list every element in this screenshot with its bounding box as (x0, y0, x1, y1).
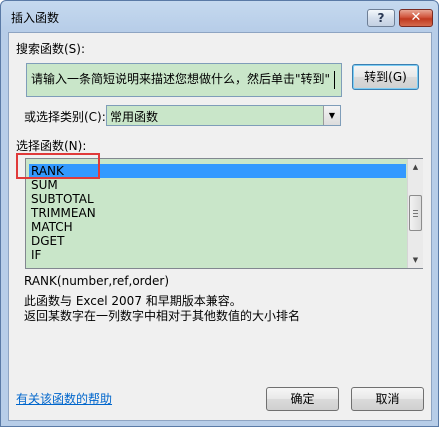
text-caret (334, 71, 335, 89)
chevron-down-icon[interactable]: ▼ (323, 106, 340, 125)
ok-button[interactable]: 确定 (266, 387, 339, 411)
scroll-thumb[interactable] (409, 195, 422, 231)
function-list[interactable]: RANK SUM SUBTOTAL TRIMMEAN MATCH DGET IF… (16, 153, 423, 269)
search-input-text: 请输入一条简短说明来描述您想做什么，然后单击"转到" (31, 72, 331, 86)
scroll-down-icon[interactable]: ▼ (408, 252, 423, 268)
category-label: 或选择类别(C): (24, 110, 106, 124)
goto-button[interactable]: 转到(G) (352, 64, 419, 90)
function-description: 返回某数字在一列数字中相对于其他数值的大小排名 (24, 309, 301, 323)
list-item-if[interactable]: IF (29, 248, 406, 262)
list-item-dget[interactable]: DGET (29, 234, 406, 248)
grip-line (413, 213, 418, 214)
search-label: 搜索函数(S): (16, 42, 86, 56)
list-item-match[interactable]: MATCH (29, 220, 406, 234)
cancel-button[interactable]: 取消 (351, 387, 424, 411)
insert-function-dialog: 插入函数 ? ✕ 搜索函数(S): 请输入一条简短说明来描述您想做什么，然后单击… (0, 0, 439, 427)
dialog-title: 插入函数 (11, 11, 60, 25)
function-help-link[interactable]: 有关该函数的帮助 (16, 390, 112, 407)
grip-line (413, 210, 418, 211)
title-bar[interactable]: 插入函数 ? ✕ (1, 1, 438, 33)
list-item-sum[interactable]: SUM (29, 178, 406, 192)
list-item-rank[interactable]: RANK (29, 164, 406, 178)
list-item-subtotal[interactable]: SUBTOTAL (29, 192, 406, 206)
function-signature: RANK(number,ref,order) (24, 274, 170, 288)
category-select-value: 常用函数 (110, 110, 159, 124)
dialog-body: 搜索函数(S): 请输入一条简短说明来描述您想做什么，然后单击"转到" 转到(G… (8, 32, 432, 421)
category-select[interactable]: 常用函数 ▼ (106, 105, 341, 126)
grip-line (413, 216, 418, 217)
list-item-trimmean[interactable]: TRIMMEAN (29, 206, 406, 220)
search-input[interactable]: 请输入一条简短说明来描述您想做什么，然后单击"转到" (26, 63, 342, 97)
close-button[interactable]: ✕ (399, 9, 433, 27)
scroll-up-icon[interactable]: ▲ (408, 159, 423, 175)
function-list-label: 选择函数(N): (16, 139, 87, 153)
list-scrollbar[interactable]: ▲ ▼ (407, 159, 423, 268)
help-button[interactable]: ? (367, 9, 395, 27)
